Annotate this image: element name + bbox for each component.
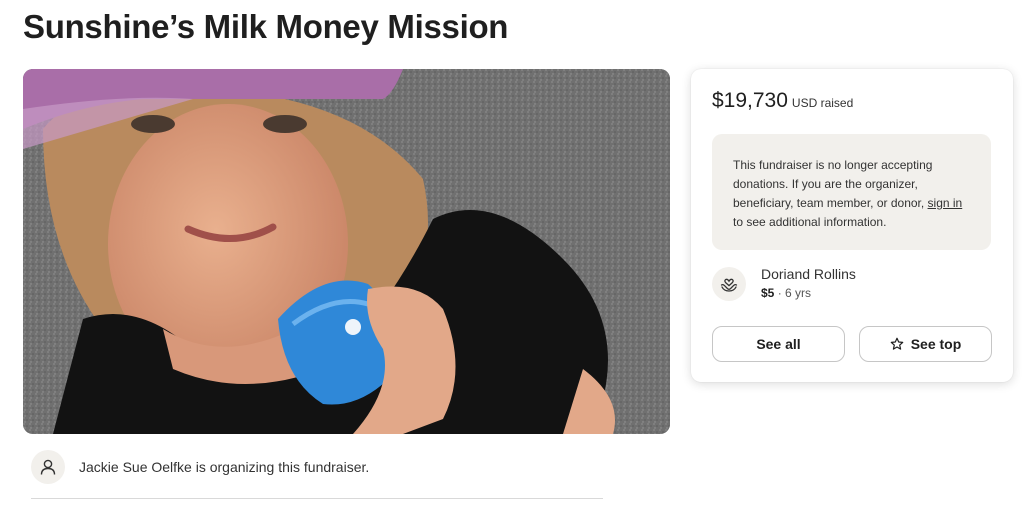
see-top-button[interactable]: See top: [859, 326, 992, 362]
page-title: Sunshine’s Milk Money Mission: [23, 8, 509, 45]
see-top-label: See top: [910, 336, 962, 352]
recent-donation: Doriand Rollins $5 · 6 yrs: [712, 265, 856, 301]
see-all-button[interactable]: See all: [712, 326, 845, 362]
donor-meta: $5 · 6 yrs: [761, 286, 856, 300]
heart-hands-icon: [712, 267, 746, 301]
campaign-photo: [23, 69, 670, 434]
donation-amount: $5: [761, 286, 775, 300]
organizer-row: Jackie Sue Oelfke is organizing this fun…: [31, 450, 369, 484]
raised-summary: $19,730 USD raised: [712, 89, 853, 113]
donation-card: $19,730 USD raised This fundraiser is no…: [691, 69, 1013, 382]
donation-age: 6 yrs: [785, 286, 812, 300]
notice-text-end: to see additional information.: [733, 215, 887, 229]
notice-text: This fundraiser is no longer accepting d…: [733, 158, 933, 210]
star-icon: [890, 337, 904, 351]
sign-in-link[interactable]: sign in: [928, 196, 963, 210]
donor-name: Doriand Rollins: [761, 266, 856, 282]
meta-separator: ·: [774, 286, 786, 300]
divider: [31, 498, 603, 499]
raised-amount: $19,730: [712, 89, 788, 112]
see-all-label: See all: [756, 336, 801, 352]
closed-notice: This fundraiser is no longer accepting d…: [712, 134, 991, 250]
user-icon: [31, 450, 65, 484]
raised-currency-label: USD raised: [791, 96, 854, 110]
organizer-text: Jackie Sue Oelfke is organizing this fun…: [79, 459, 370, 475]
